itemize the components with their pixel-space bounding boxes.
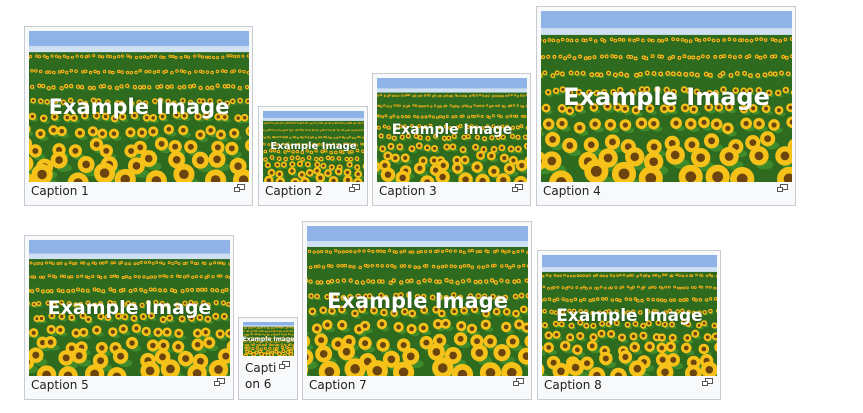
sunflower-image[interactable]: Example Image: [29, 31, 249, 182]
gallery-item-1: Example Image Caption 1: [24, 26, 253, 206]
caption: Caption 4: [543, 184, 601, 198]
sunflower-image[interactable]: Example Image: [542, 255, 717, 376]
caption: Caption 6: [245, 361, 277, 391]
image-overlay-text: Example Image: [327, 289, 508, 313]
gallery-item-5: Example Image Caption 5: [24, 235, 234, 400]
sunflower-image[interactable]: Example Image: [377, 78, 527, 182]
image-overlay-text: Example Image: [48, 94, 230, 119]
caption: Caption 5: [31, 378, 89, 392]
sunflower-image[interactable]: Example Image: [541, 11, 792, 182]
gallery-item-3: Example Image Caption 3: [372, 73, 531, 206]
gallery-item-2: Example Image Caption 2: [258, 106, 368, 206]
magnify-clip-icon[interactable]: [512, 184, 523, 193]
sunflower-image[interactable]: Example Image: [243, 322, 294, 356]
image-overlay-text: Example Image: [47, 297, 212, 319]
caption: Caption 8: [544, 378, 602, 392]
image-overlay-text: Example Image: [270, 141, 357, 152]
sunflower-image[interactable]: Example Image: [29, 240, 230, 376]
image-overlay-text: Example Image: [391, 122, 513, 138]
image-overlay-text: Example Image: [243, 335, 294, 343]
gallery-item-7: Example Image Caption 7: [302, 221, 532, 400]
magnify-clip-icon[interactable]: [349, 184, 360, 193]
magnify-clip-icon[interactable]: [702, 378, 713, 387]
image-overlay-text: Example Image: [556, 305, 703, 326]
sunflower-image[interactable]: Example Image: [263, 111, 364, 182]
magnify-clip-icon[interactable]: [513, 378, 524, 387]
caption: Caption 3: [379, 184, 437, 198]
sunflower-image[interactable]: Example Image: [307, 226, 528, 376]
gallery-item-8: Example Image Caption 8: [537, 250, 721, 400]
caption: Caption 1: [31, 184, 89, 198]
magnify-clip-icon[interactable]: [234, 184, 245, 193]
magnify-clip-icon[interactable]: [214, 378, 225, 387]
magnify-clip-icon[interactable]: [279, 361, 290, 370]
magnify-clip-icon[interactable]: [777, 184, 788, 193]
gallery-item-4: Example Image Caption 4: [536, 6, 796, 206]
caption: Caption 2: [265, 184, 323, 198]
image-overlay-text: Example Image: [563, 82, 770, 111]
gallery-item-6: Example Image Caption 6: [238, 317, 298, 400]
caption: Caption 7: [309, 378, 367, 392]
